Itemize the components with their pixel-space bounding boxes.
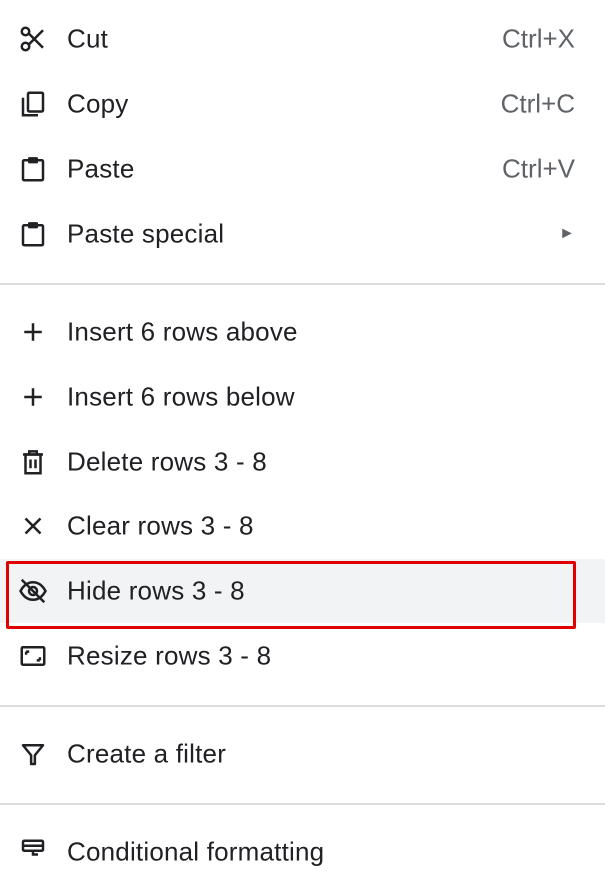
trash-icon	[16, 445, 50, 479]
menu-item-hide-rows[interactable]: Hide rows 3 - 8	[0, 559, 605, 623]
paint-roller-icon	[16, 835, 50, 869]
menu-item-label: Hide rows 3 - 8	[67, 575, 245, 606]
menu-item-label: Clear rows 3 - 8	[67, 510, 254, 541]
shortcut-text: Ctrl+C	[500, 88, 575, 119]
menu-item-label: Resize rows 3 - 8	[67, 640, 272, 671]
close-icon	[16, 509, 50, 543]
context-menu: Cut Ctrl+X Copy Ctrl+C Paste Ctrl+V Past…	[0, 0, 612, 867]
clipboard-icon	[16, 217, 50, 251]
menu-item-cut[interactable]: Cut Ctrl+X	[0, 7, 605, 71]
menu-divider	[0, 705, 605, 707]
menu-item-label: Insert 6 rows above	[67, 316, 298, 347]
shortcut-text: Ctrl+V	[502, 153, 575, 184]
menu-item-label: Insert 6 rows below	[67, 381, 295, 412]
menu-item-label: Cut	[67, 23, 109, 54]
menu-item-clear-rows[interactable]: Clear rows 3 - 8	[0, 494, 605, 558]
copy-icon	[16, 87, 50, 121]
menu-item-label: Delete rows 3 - 8	[67, 446, 267, 477]
menu-item-resize-rows[interactable]: Resize rows 3 - 8	[0, 624, 605, 688]
clipboard-icon	[16, 152, 50, 186]
menu-item-label: Copy	[67, 88, 129, 119]
menu-item-label: Paste	[67, 153, 135, 184]
menu-item-label: Conditional formatting	[67, 836, 325, 867]
menu-divider	[0, 803, 605, 805]
submenu-arrow-icon: ►	[559, 225, 575, 242]
menu-item-label: Paste special	[67, 218, 225, 249]
menu-item-insert-rows-below[interactable]: Insert 6 rows below	[0, 365, 605, 429]
menu-item-create-filter[interactable]: Create a filter	[0, 722, 605, 786]
menu-divider	[0, 283, 605, 285]
plus-icon	[16, 315, 50, 349]
filter-icon	[16, 737, 50, 771]
resize-icon	[16, 639, 50, 673]
shortcut-text: Ctrl+X	[502, 23, 575, 54]
menu-item-copy[interactable]: Copy Ctrl+C	[0, 72, 605, 136]
menu-item-label: Create a filter	[67, 738, 227, 769]
menu-item-conditional-formatting[interactable]: Conditional formatting	[0, 820, 605, 884]
menu-item-paste-special[interactable]: Paste special ►	[0, 202, 605, 266]
menu-item-delete-rows[interactable]: Delete rows 3 - 8	[0, 430, 605, 494]
eye-off-icon	[16, 574, 50, 608]
menu-item-paste[interactable]: Paste Ctrl+V	[0, 137, 605, 201]
plus-icon	[16, 380, 50, 414]
scissors-icon	[16, 22, 50, 56]
menu-item-insert-rows-above[interactable]: Insert 6 rows above	[0, 300, 605, 364]
